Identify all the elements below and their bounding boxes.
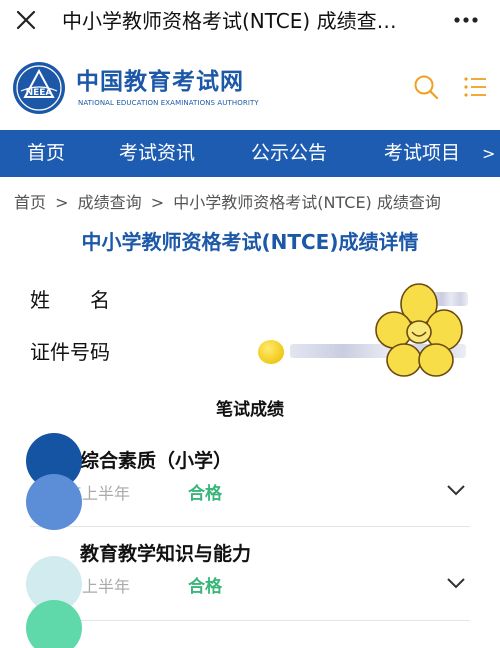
name-label: 姓 名 [30,288,110,312]
nav-more-arrow[interactable]: > [482,130,495,177]
site-name-english: NATIONAL EDUCATION EXAMINATIONS AUTHORIT… [78,99,259,107]
subject-title: 教育教学知识与能力 [80,543,252,565]
divider [30,526,470,527]
breadcrumb-score-query[interactable]: 成绩查询 [78,193,142,212]
subject-result: 合格 [188,484,222,504]
nav-item-notices[interactable]: 公示公告 [251,130,327,177]
breadcrumb-home[interactable]: 首页 [14,193,46,212]
window-title: 中小学教师资格考试(NTCE) 成绩查… [62,9,397,33]
logo-text: NEEA [26,88,53,98]
divider [30,620,470,621]
chevron-down-icon[interactable] [446,483,466,497]
site-header: NEEA 中国教育考试网 NATIONAL EDUCATION EXAMINAT… [0,44,500,130]
nav-item-home[interactable]: 首页 [27,130,65,177]
search-icon[interactable] [413,74,439,100]
flower-sticker-icon [375,283,463,377]
subject-result: 合格 [188,577,222,597]
emoji-sticker-icon [258,340,284,364]
breadcrumb-separator: > [55,193,69,212]
site-name[interactable]: 中国教育考试网 [76,68,244,96]
nav-item-news[interactable]: 考试资讯 [119,130,195,177]
window-titlebar: 中小学教师资格考试(NTCE) 成绩查… [0,0,500,44]
page-title: 中小学教师资格考试(NTCE)成绩详情 [81,230,419,254]
neea-logo-icon[interactable]: NEEA [12,61,66,115]
menu-icon[interactable] [463,76,487,98]
chevron-down-icon[interactable] [446,576,466,590]
overlay-dot [26,600,82,648]
more-dots-icon[interactable] [451,8,481,32]
close-icon[interactable] [14,8,38,32]
written-exam-heading: 笔试成绩 [216,400,284,420]
breadcrumb-separator: > [150,193,165,212]
nav-item-exams[interactable]: 考试项目 [384,130,460,177]
breadcrumb-current: 中小学教师资格考试(NTCE) 成绩查询 [173,193,441,212]
breadcrumb: 首页 > 成绩查询 > 中小学教师资格考试(NTCE) 成绩查询 [14,192,441,214]
subject-title: 综合素质（小学） [80,450,233,472]
overlay-dot [26,474,82,530]
main-nav: 首页 考试资讯 公示公告 考试项目 > [0,130,500,177]
id-number-label: 证件号码 [30,340,110,364]
